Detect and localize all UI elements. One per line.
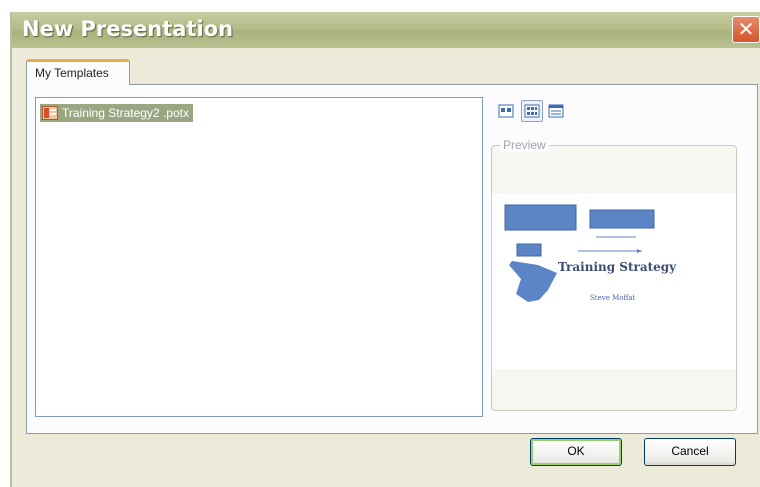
preview-label: Preview (500, 138, 549, 152)
list-view-button[interactable] (521, 100, 543, 122)
cancel-button[interactable]: Cancel (644, 438, 736, 466)
large-icons-view-icon (498, 104, 514, 118)
templates-panel: Training Strategy2 .potx Preview Trainin… (26, 84, 758, 434)
tab-my-templates[interactable]: My Templates (26, 59, 130, 85)
list-view-icon (524, 104, 540, 118)
large-icons-view-button[interactable] (495, 100, 517, 122)
new-presentation-dialog: New Presentation ✕ My Templates Training… (10, 12, 760, 487)
slide-title: Training Strategy (558, 260, 677, 274)
preview-slide: Training Strategy Steve Moffat (492, 194, 736, 369)
slide-subtitle: Steve Moffat (590, 294, 636, 302)
close-icon: ✕ (737, 17, 755, 41)
details-view-button[interactable] (545, 100, 567, 122)
preview-group: Preview Training Strategy Steve Moffat (491, 138, 737, 411)
slide-graphics (504, 204, 655, 302)
template-name: Training Strategy2 .potx (62, 106, 189, 120)
list-item-template[interactable]: Training Strategy2 .potx (40, 104, 193, 122)
title-bar[interactable]: New Presentation ✕ (12, 12, 760, 48)
dialog-title: New Presentation (22, 17, 234, 41)
details-view-icon (548, 104, 564, 118)
close-button[interactable]: ✕ (732, 16, 760, 43)
template-list[interactable]: Training Strategy2 .potx (35, 97, 483, 417)
ok-button[interactable]: OK (530, 438, 622, 466)
powerpoint-template-icon (42, 106, 58, 120)
